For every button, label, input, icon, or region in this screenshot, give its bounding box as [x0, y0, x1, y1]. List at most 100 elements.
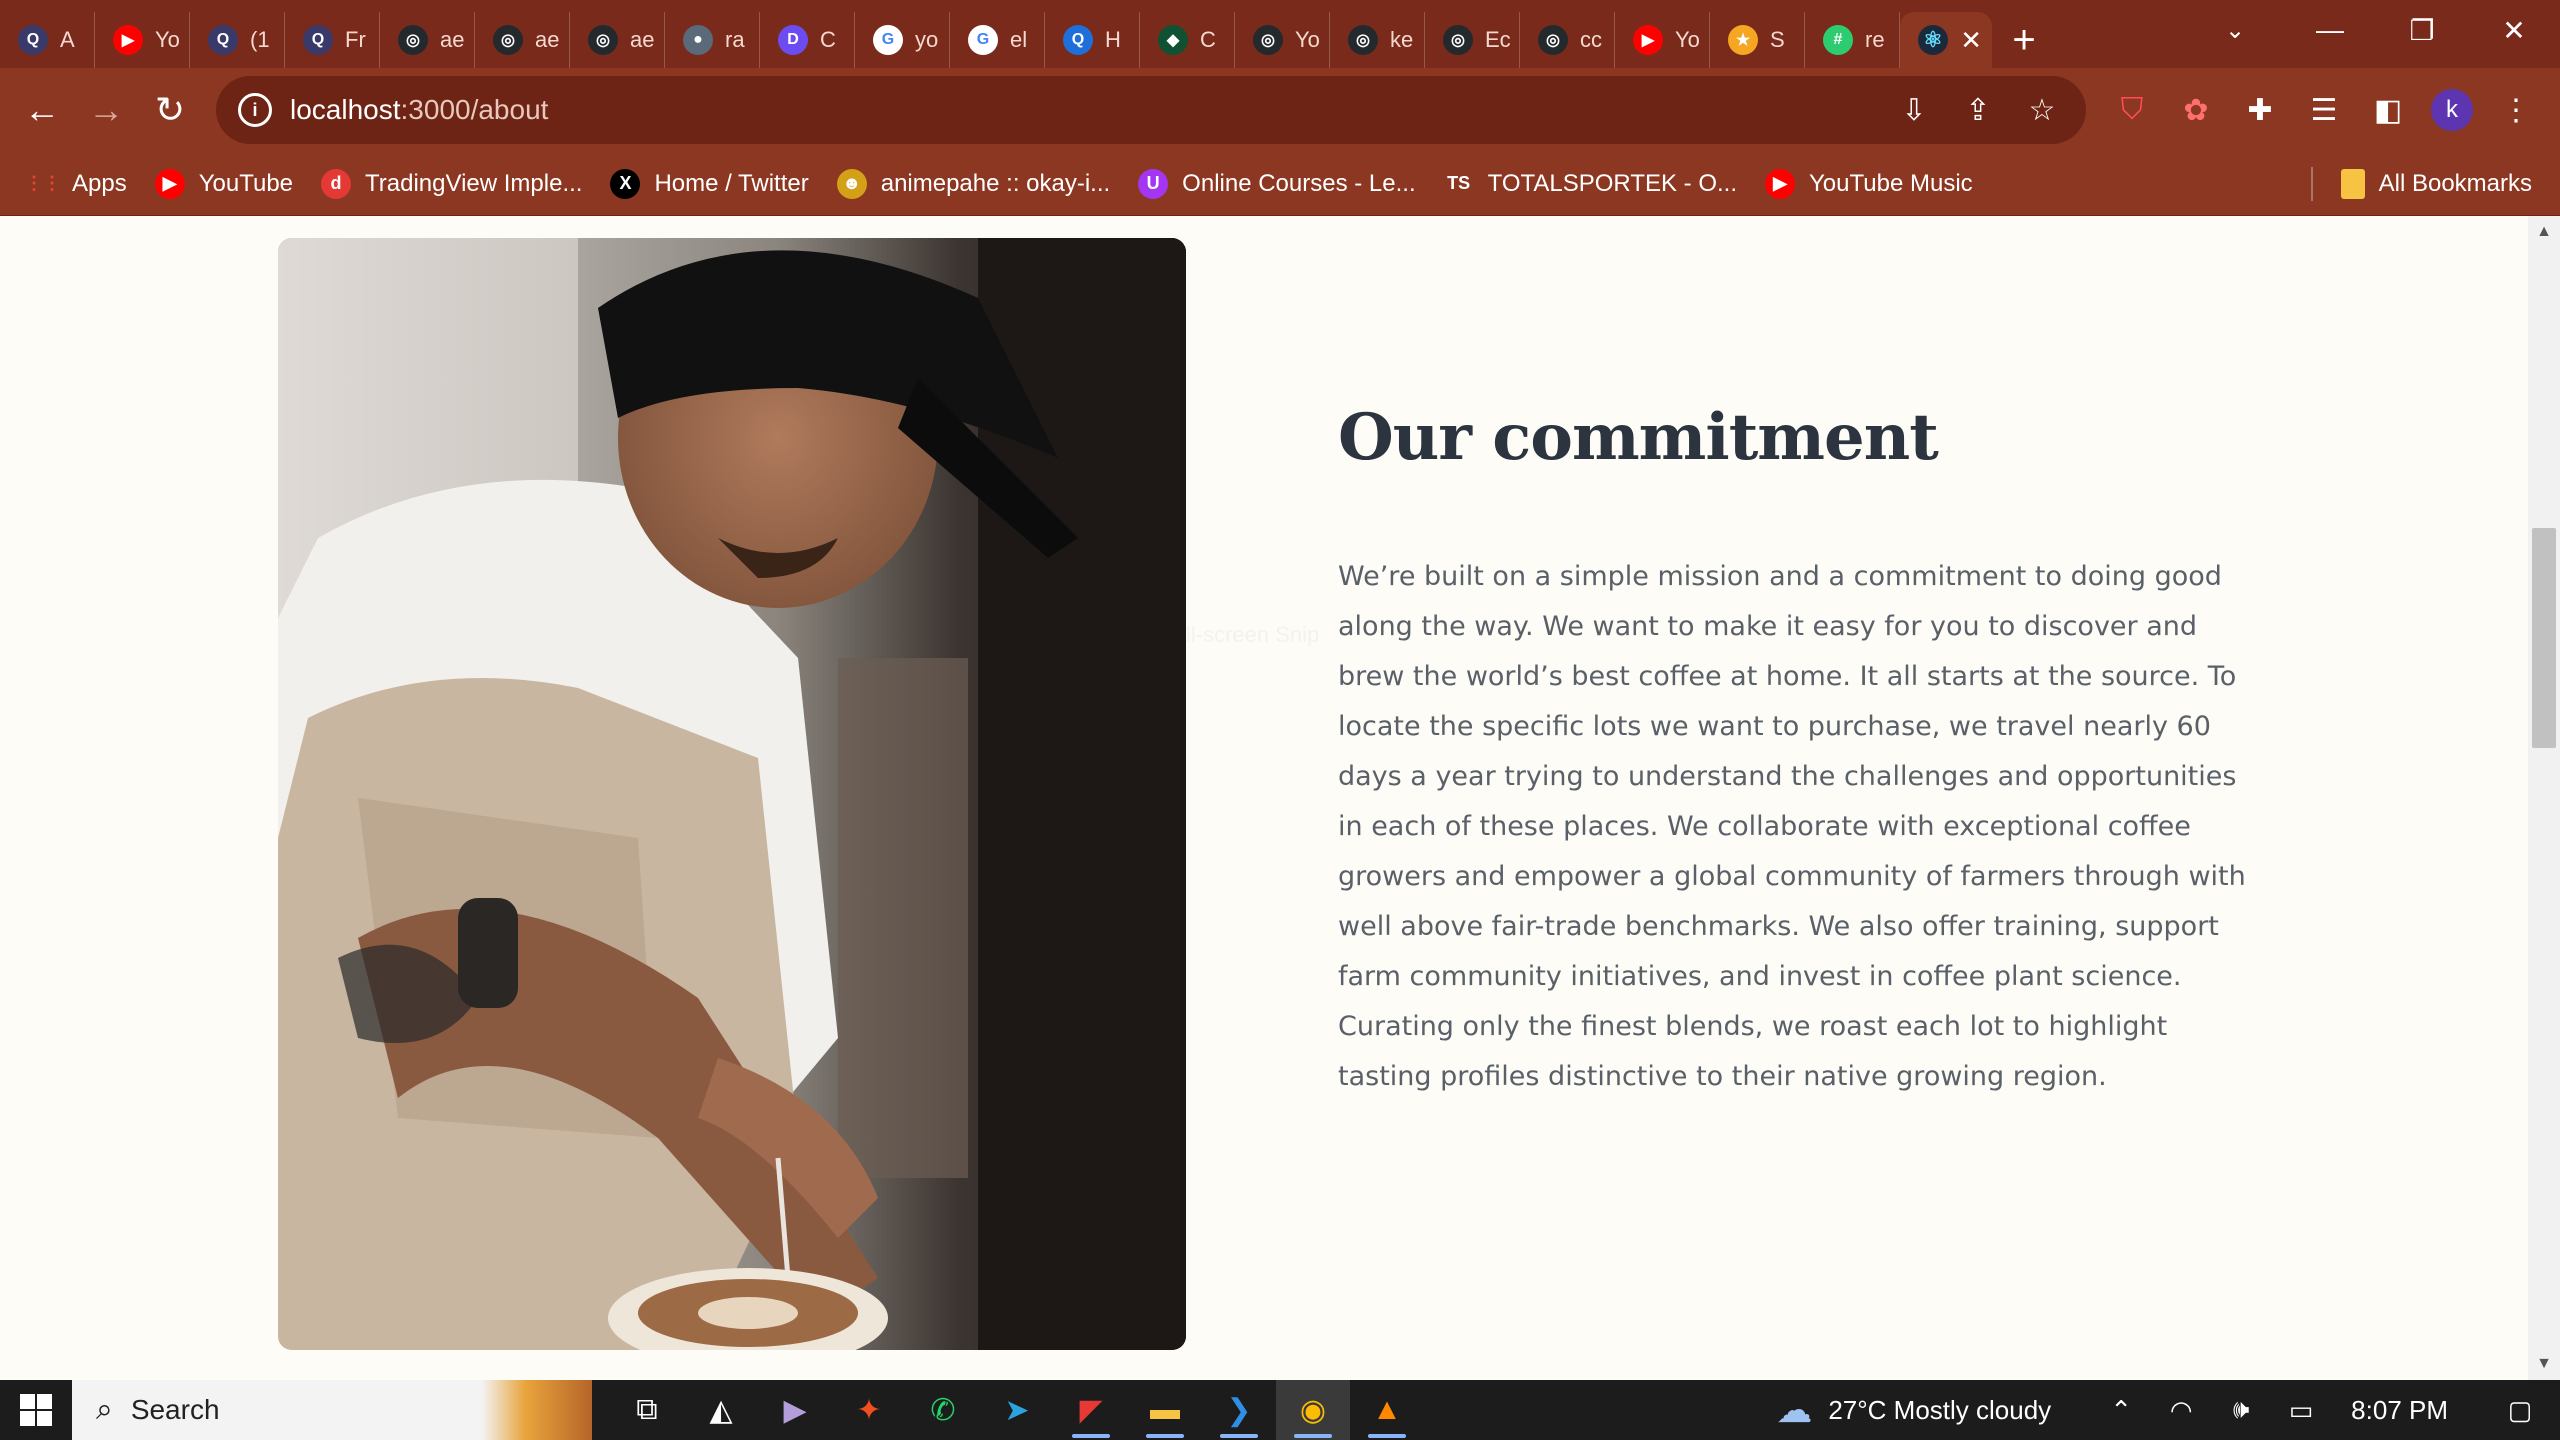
bookmark-star-icon[interactable]: ☆: [2010, 76, 2074, 144]
vscode-icon[interactable]: ❯: [1202, 1380, 1276, 1440]
bookmark-label: Apps: [72, 169, 127, 197]
browser-tab[interactable]: ▶ Yo: [95, 12, 190, 68]
browser-tab[interactable]: QA: [0, 12, 95, 68]
windows-start-icon[interactable]: [0, 1380, 72, 1440]
browser-tab[interactable]: ▶ Yo: [1615, 12, 1710, 68]
browser-tab[interactable]: # re: [1805, 12, 1900, 68]
search-tab-icon: Q: [303, 25, 333, 55]
browser-toolbar: ← → ↻ i localhost:3000/about ⇩ ⇪ ☆ ⛉ ✿ ✚…: [0, 68, 2560, 152]
puzzle-extensions-icon[interactable]: ✚: [2228, 78, 2292, 142]
page-viewport: ll-screen Snip Our commitment We’re buil…: [0, 216, 2528, 1380]
browser-tab[interactable]: ● ra: [665, 12, 760, 68]
notification-icon[interactable]: ▢: [2490, 1395, 2550, 1426]
bookmarks-bar: ⋮⋮ Apps ▶ YouTube d TradingView Imple... X Home…: [0, 152, 2560, 216]
browser-tab[interactable]: ◎ Yo: [1235, 12, 1330, 68]
browser-tab[interactable]: QH: [1045, 12, 1140, 68]
bookmark-item[interactable]: X Home / Twitter: [596, 160, 822, 208]
profile-button[interactable]: k: [2420, 78, 2484, 142]
tab-search-chevron-icon[interactable]: ⌄: [2205, 10, 2265, 50]
app-icon-2[interactable]: ◤: [1054, 1380, 1128, 1440]
scroll-up-arrow-icon[interactable]: ▲: [2528, 216, 2560, 248]
share-icon[interactable]: ⇪: [1946, 76, 2010, 144]
github-icon: ◎: [588, 25, 618, 55]
volume-icon[interactable]: 🕪: [2211, 1394, 2271, 1426]
browser-tab[interactable]: Q (1: [190, 12, 285, 68]
bookmark-item[interactable]: ▶ YouTube: [141, 160, 307, 208]
scroll-down-arrow-icon[interactable]: ▼: [2528, 1348, 2560, 1380]
browser-tab[interactable]: ◎ ae: [570, 12, 665, 68]
bookmark-item[interactable]: U Online Courses - Le...: [1124, 160, 1429, 208]
extension-icon[interactable]: ✿: [2164, 78, 2228, 142]
file-explorer-icon[interactable]: ▬: [1128, 1380, 1202, 1440]
search-tab-icon: Q: [18, 25, 48, 55]
bookmark-label: animepahe :: okay-i...: [880, 169, 1111, 197]
bookmark-list: ⋮⋮ Apps ▶ YouTube d TradingView Imple... X Home…: [14, 160, 1987, 208]
browser-tab[interactable]: Gel: [950, 12, 1045, 68]
whatsapp-icon[interactable]: ✆: [906, 1380, 980, 1440]
bookmark-item[interactable]: d TradingView Imple...: [307, 160, 596, 208]
bookmark-item[interactable]: ☻ animepahe :: okay-i...: [823, 160, 1124, 208]
all-bookmarks-button[interactable]: All Bookmarks: [2289, 160, 2546, 208]
github-icon: ◎: [398, 25, 428, 55]
minimize-icon[interactable]: —: [2284, 0, 2376, 60]
browser-tab[interactable]: ◎ Ec: [1425, 12, 1520, 68]
chrome-icon[interactable]: ◉: [1276, 1380, 1350, 1440]
browser-tab[interactable]: Gyo: [855, 12, 950, 68]
restore-icon[interactable]: ❐: [2376, 0, 2468, 60]
tab-title: Yo: [1295, 27, 1320, 52]
ts-icon: TS: [1447, 173, 1471, 193]
clock-time[interactable]: 8:07 PM: [2351, 1395, 2448, 1426]
active-tab[interactable]: ⚛ ✕: [1900, 12, 1992, 68]
snip-watermark-text: ll-screen Snip: [1186, 622, 1320, 647]
taskbar-search-box[interactable]: ⌕ Search: [72, 1380, 592, 1440]
install-app-icon[interactable]: ⇩: [1882, 76, 1946, 144]
browser-tab[interactable]: DC: [760, 12, 855, 68]
reload-icon[interactable]: ↻: [138, 78, 202, 142]
app-icon-1[interactable]: ◭: [684, 1380, 758, 1440]
weather-widget[interactable]: ☁ 27°C Mostly cloudy: [1776, 1389, 2051, 1431]
browser-tab[interactable]: ◎ ae: [475, 12, 570, 68]
tab-strip: Q A ▶ Yo Q (1 Q Fr ◎ ae ◎ ae ◎ ae ● ra D C Gyo Gel Q H ◆ C ◎ Yo ◎ k…: [0, 0, 2560, 68]
menu-kebab-icon[interactable]: ⋮: [2484, 78, 2548, 142]
vlc-icon[interactable]: ▲: [1350, 1380, 1424, 1440]
site-info-icon[interactable]: i: [238, 93, 272, 127]
task-view-icon[interactable]: ⧉: [610, 1380, 684, 1440]
browser-tab[interactable]: ★ S: [1710, 12, 1805, 68]
vertical-scrollbar[interactable]: ▲ ▼: [2528, 216, 2560, 1380]
side-panel-icon[interactable]: ◧: [2356, 78, 2420, 142]
close-tab-icon[interactable]: ✕: [1960, 25, 1982, 56]
tab-title: Yo: [1675, 27, 1700, 52]
github-icon: ◎: [493, 25, 523, 55]
browser-tab[interactable]: ◎ cc: [1520, 12, 1615, 68]
windows-taskbar: ⌕ Search ⧉ ◭ ▶ ✦ ✆ ➤ ◤ ▬ ❯ ◉ ▲ ☁ 27°C Mostly cloud…: [0, 1380, 2560, 1440]
forward-arrow-icon[interactable]: →: [74, 78, 138, 142]
pocket-extension-icon[interactable]: ⛉: [2100, 78, 2164, 142]
tab-title: A: [60, 27, 75, 52]
battery-icon[interactable]: ▭: [2271, 1395, 2331, 1426]
tab-list: Q A ▶ Yo Q (1 Q Fr ◎ ae ◎ ae ◎ ae ● ra D C Gyo Gel Q H ◆ C ◎ Yo ◎ k…: [0, 0, 1900, 68]
new-tab-button[interactable]: +: [1992, 12, 2056, 68]
address-bar[interactable]: i localhost:3000/about ⇩ ⇪ ☆: [216, 76, 2086, 144]
figma-icon[interactable]: ✦: [832, 1380, 906, 1440]
cloud-weather-icon: ☁: [1776, 1389, 1813, 1430]
browser-tab[interactable]: ◆ C: [1140, 12, 1235, 68]
browser-tab[interactable]: Q Fr: [285, 12, 380, 68]
scrollbar-thumb[interactable]: [2532, 528, 2556, 748]
close-window-icon[interactable]: ✕: [2468, 0, 2560, 60]
d-bookmark-icon: d: [321, 168, 352, 199]
media-player-icon[interactable]: ▶: [758, 1380, 832, 1440]
x-logo-icon: X: [610, 168, 641, 199]
back-arrow-icon[interactable]: ←: [10, 78, 74, 142]
telegram-icon[interactable]: ➤: [980, 1380, 1054, 1440]
bookmark-item[interactable]: ▶ YouTube Music: [1751, 160, 1987, 208]
wifi-icon[interactable]: ◠: [2151, 1395, 2211, 1426]
browser-tab[interactable]: ◎ ae: [380, 12, 475, 68]
bookmark-item[interactable]: ⋮⋮ Apps: [14, 160, 141, 208]
url-text[interactable]: localhost:3000/about: [290, 94, 548, 126]
chevron-up-icon[interactable]: ⌃: [2091, 1395, 2151, 1426]
browser-tab[interactable]: ◎ ke: [1330, 12, 1425, 68]
youtube-icon: ▶: [154, 168, 185, 199]
bookmark-item[interactable]: TS TOTALSPORTEK - O...: [1430, 160, 1751, 208]
reading-list-icon[interactable]: ☰: [2292, 78, 2356, 142]
youtube-icon: ▶: [113, 25, 143, 55]
